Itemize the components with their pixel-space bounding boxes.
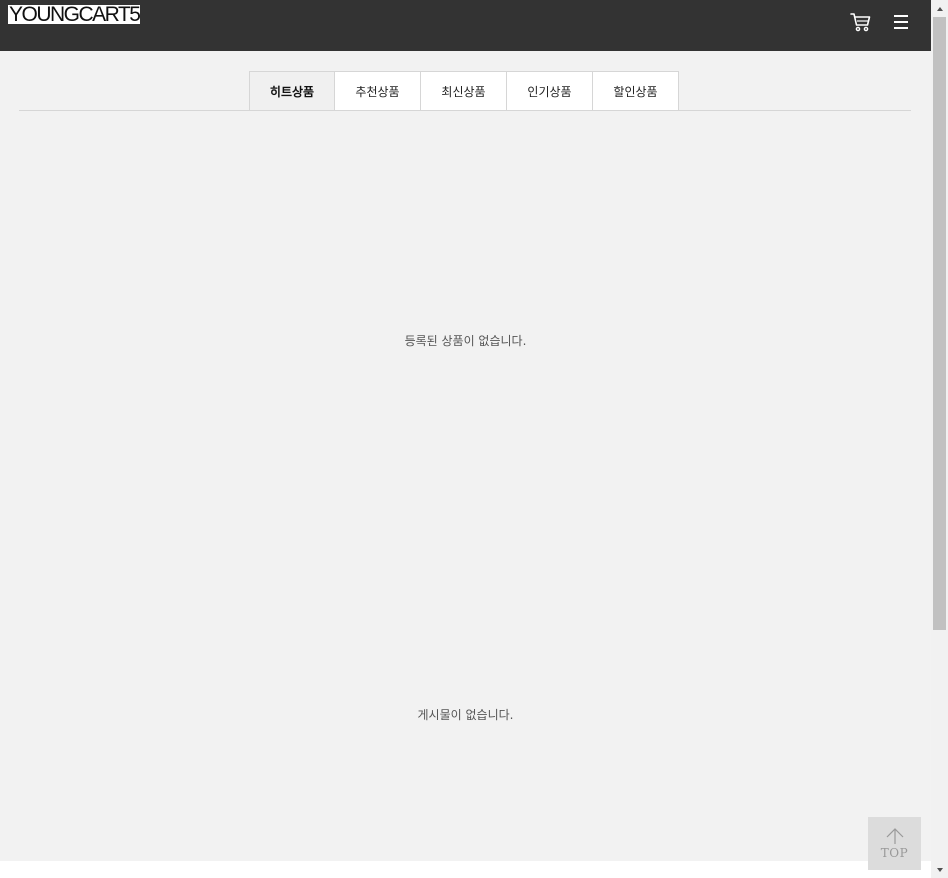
tab-popular-products[interactable]: 인기상품 — [507, 71, 593, 111]
posts-empty-message: 게시물이 없습니다. — [417, 708, 514, 722]
tab-sale-products[interactable]: 할인상품 — [593, 71, 679, 111]
tab-divider — [19, 110, 911, 111]
site-header: YOUNGCART5 — [0, 0, 931, 51]
product-tabs: 히트상품 추천상품 최신상품 인기상품 할인상품 — [249, 71, 679, 111]
scroll-top-label: TOP — [880, 846, 909, 860]
arrow-up-icon — [886, 828, 903, 844]
hamburger-menu-icon — [894, 15, 908, 29]
scroll-up-icon — [936, 6, 943, 11]
scroll-down-icon — [936, 867, 943, 872]
products-empty-message: 등록된 상품이 없습니다. — [404, 334, 527, 348]
scroll-down-arrow[interactable] — [931, 861, 948, 878]
tab-hit-products[interactable]: 히트상품 — [249, 71, 335, 111]
menu-button[interactable] — [891, 12, 911, 32]
vertical-scrollbar[interactable] — [931, 0, 948, 878]
cart-icon — [850, 13, 871, 32]
tab-new-products[interactable]: 최신상품 — [421, 71, 507, 111]
scroll-top-button[interactable]: TOP — [868, 817, 921, 870]
footer-strip — [0, 861, 931, 878]
cart-button[interactable] — [849, 10, 873, 34]
site-logo[interactable]: YOUNGCART5 — [8, 4, 141, 25]
scroll-up-arrow[interactable] — [931, 0, 948, 17]
tab-recommended-products[interactable]: 추천상품 — [335, 71, 421, 111]
scroll-thumb[interactable] — [933, 17, 946, 630]
